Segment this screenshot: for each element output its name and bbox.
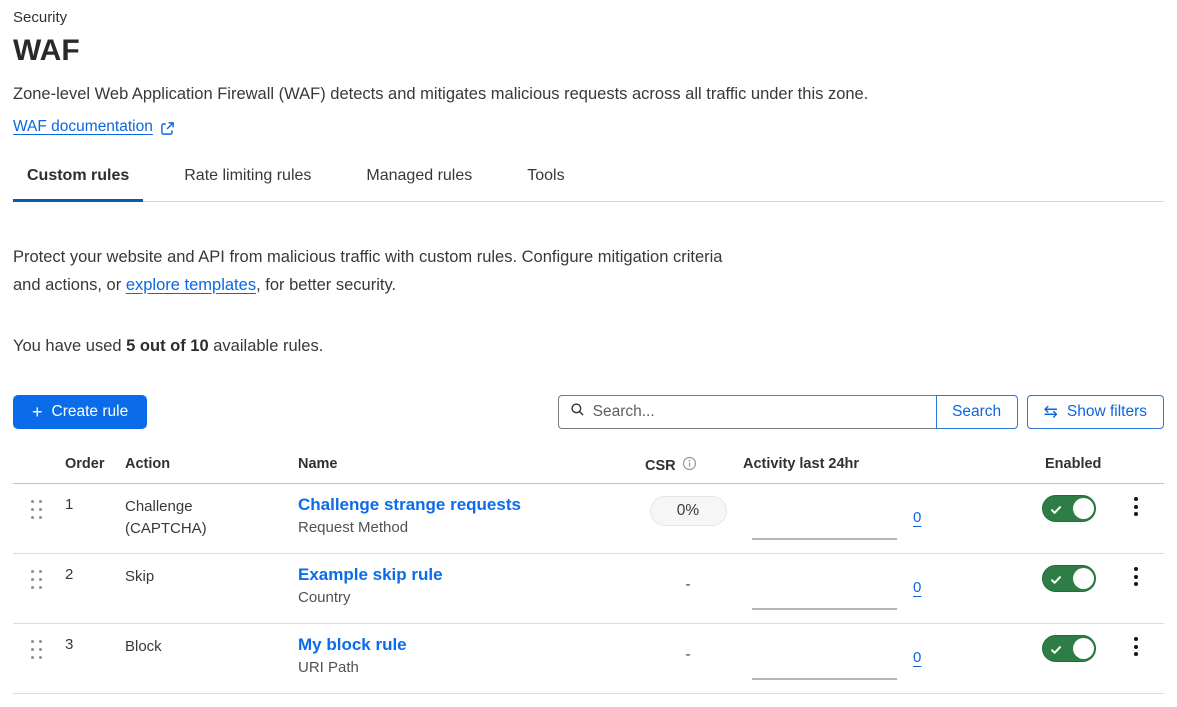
waf-page: Security WAF Zone-level Web Application …	[0, 0, 1177, 694]
create-rule-button[interactable]: + Create rule	[13, 395, 147, 429]
toggle-knob	[1073, 568, 1094, 589]
search-icon	[570, 402, 585, 422]
table-row: 1 Challenge (CAPTCHA) Challenge strange …	[13, 484, 1164, 554]
column-header-order: Order	[65, 456, 125, 472]
activity-sparkline	[752, 538, 897, 540]
drag-handle-icon[interactable]	[31, 570, 65, 589]
custom-rules-intro: Protect your website and API from malici…	[13, 244, 753, 299]
search-group: Search	[558, 395, 1018, 429]
csr-value: -	[686, 636, 691, 663]
page-header: Security WAF Zone-level Web Application …	[13, 8, 1164, 136]
csr-badge: 0%	[650, 496, 727, 526]
rule-order: 2	[65, 554, 125, 583]
check-icon	[1050, 643, 1062, 661]
activity-sparkline	[752, 608, 897, 610]
external-link-icon	[160, 121, 175, 136]
row-menu-button[interactable]	[1126, 493, 1146, 520]
custom-rules-table: Order Action Name CSR Activity last 24hr…	[13, 456, 1164, 694]
rule-name-link[interactable]: Challenge strange requests	[298, 494, 521, 515]
show-filters-button[interactable]: ⇆ Show filters	[1027, 395, 1164, 429]
page-title: WAF	[13, 33, 1164, 69]
usage-count: 5 out of 10	[126, 337, 209, 355]
create-rule-label: Create rule	[52, 403, 129, 421]
row-menu-button[interactable]	[1126, 563, 1146, 590]
rule-order: 1	[65, 484, 125, 513]
column-header-csr: CSR	[645, 458, 676, 474]
check-icon	[1050, 573, 1062, 591]
rules-usage-summary: You have used 5 out of 10 available rule…	[13, 335, 1164, 357]
search-input[interactable]	[593, 403, 925, 421]
table-row: 2 Skip Example skip rule Country - 0	[13, 554, 1164, 624]
enabled-toggle[interactable]	[1042, 495, 1096, 522]
column-header-name: Name	[298, 456, 633, 472]
tab-tools[interactable]: Tools	[513, 166, 578, 201]
tab-managed-rules[interactable]: Managed rules	[352, 166, 486, 201]
activity-count-link[interactable]: 0	[913, 579, 921, 596]
enabled-toggle[interactable]	[1042, 565, 1096, 592]
waf-documentation-link[interactable]: WAF documentation	[13, 118, 153, 136]
activity-count-link[interactable]: 0	[913, 649, 921, 666]
check-icon	[1050, 503, 1062, 521]
swap-arrows-icon: ⇆	[1044, 403, 1058, 420]
column-header-action: Action	[125, 456, 298, 472]
column-header-activity: Activity last 24hr	[743, 456, 948, 472]
rule-name-link[interactable]: My block rule	[298, 634, 407, 655]
activity-count-link[interactable]: 0	[913, 509, 921, 526]
breadcrumb: Security	[13, 8, 1164, 28]
search-button[interactable]: Search	[936, 395, 1018, 429]
rule-action: Skip	[125, 554, 245, 588]
info-icon[interactable]	[682, 456, 697, 475]
tab-rate-limiting-rules[interactable]: Rate limiting rules	[170, 166, 325, 201]
rule-action: Challenge (CAPTCHA)	[125, 484, 245, 540]
rule-expression: URI Path	[298, 659, 633, 676]
tab-custom-rules[interactable]: Custom rules	[13, 166, 143, 201]
drag-handle-icon[interactable]	[31, 500, 65, 519]
table-header-row: Order Action Name CSR Activity last 24hr…	[13, 456, 1164, 484]
drag-handle-icon[interactable]	[31, 640, 65, 659]
rule-expression: Country	[298, 589, 633, 606]
row-menu-button[interactable]	[1126, 633, 1146, 660]
rule-expression: Request Method	[298, 519, 633, 536]
usage-prefix: You have used	[13, 337, 126, 355]
usage-suffix: available rules.	[209, 337, 324, 355]
waf-tabs: Custom rules Rate limiting rules Managed…	[13, 166, 1164, 202]
intro-text-after: , for better security.	[256, 276, 396, 294]
toggle-knob	[1073, 498, 1094, 519]
table-row: 3 Block My block rule URI Path - 0	[13, 624, 1164, 694]
column-header-enabled: Enabled	[1018, 456, 1108, 472]
toggle-knob	[1073, 638, 1094, 659]
show-filters-label: Show filters	[1067, 403, 1147, 421]
csr-value: -	[686, 566, 691, 593]
activity-sparkline	[752, 678, 897, 680]
page-description: Zone-level Web Application Firewall (WAF…	[13, 82, 1164, 106]
rules-toolbar: + Create rule Search ⇆ Show filt	[13, 395, 1164, 429]
rule-name-link[interactable]: Example skip rule	[298, 564, 443, 585]
enabled-toggle[interactable]	[1042, 635, 1096, 662]
plus-icon: +	[32, 403, 43, 421]
rule-order: 3	[65, 624, 125, 653]
explore-templates-link[interactable]: explore templates	[126, 276, 256, 294]
rule-action: Block	[125, 624, 245, 658]
search-box	[558, 395, 936, 429]
